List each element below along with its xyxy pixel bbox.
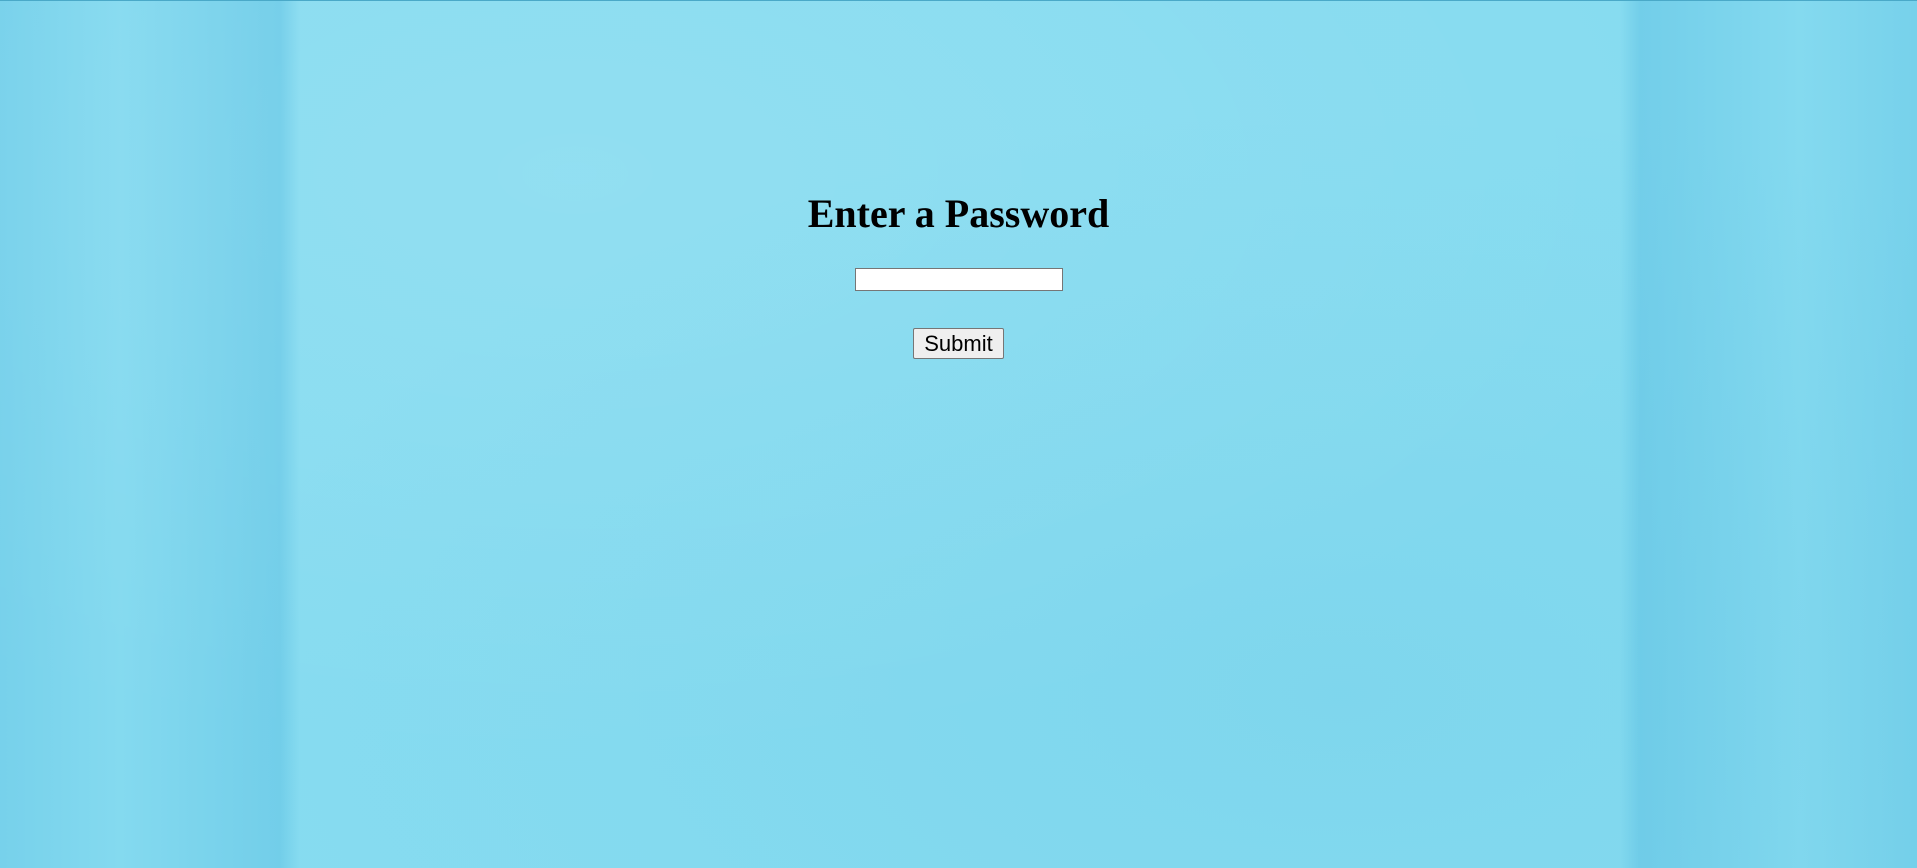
top-border	[0, 0, 1917, 1]
page-title: Enter a Password	[807, 191, 1110, 236]
password-input[interactable]	[854, 268, 1063, 291]
password-form: Enter a Password Submit	[0, 190, 1917, 359]
submit-button[interactable]: Submit	[913, 328, 1004, 359]
